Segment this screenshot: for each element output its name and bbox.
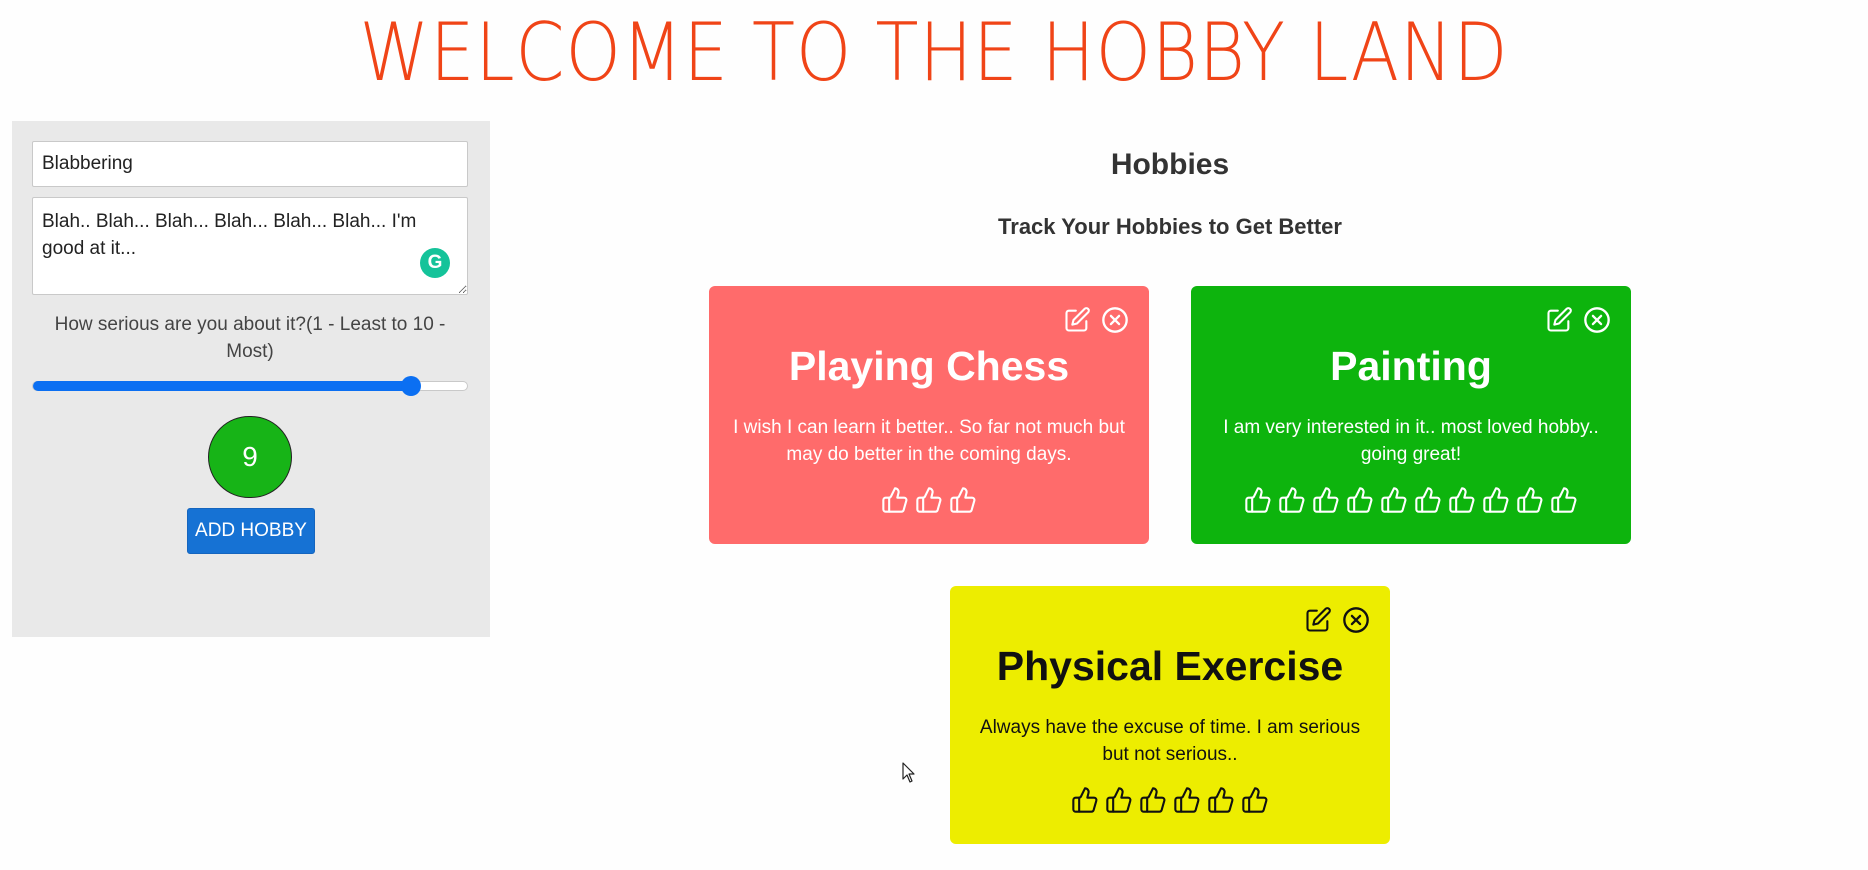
close-circle-icon[interactable] bbox=[1342, 606, 1370, 634]
thumbs-up-icon bbox=[1449, 487, 1475, 513]
thumbs-up-icon bbox=[1347, 487, 1373, 513]
seriousness-label: How serious are you about it?(1 - Least … bbox=[54, 314, 446, 362]
thumbs-up-icon bbox=[950, 487, 976, 513]
thumbs-up-icon bbox=[1106, 787, 1132, 813]
thumbs-up-icon bbox=[1174, 787, 1200, 813]
close-circle-icon[interactable] bbox=[1583, 306, 1611, 334]
mouse-cursor-icon bbox=[902, 762, 915, 783]
thumbs-up-icon bbox=[1140, 787, 1166, 813]
thumbs-up-icon bbox=[1381, 487, 1407, 513]
thumbs-up-icon bbox=[1551, 487, 1577, 513]
thumbs-up-icon bbox=[1313, 487, 1339, 513]
hobby-card-title: Physical Exercise bbox=[996, 643, 1344, 689]
thumbs-up-icon bbox=[1208, 787, 1234, 813]
slider-thumb[interactable] bbox=[401, 376, 421, 396]
seriousness-slider[interactable] bbox=[32, 376, 468, 396]
hobby-card: Playing Chess I wish I can learn it bett… bbox=[709, 286, 1149, 544]
seriousness-value-badge: 9 bbox=[208, 416, 292, 498]
hobby-card-description: I am very interested in it.. most loved … bbox=[1223, 417, 1599, 465]
thumbs-up-icon bbox=[1483, 487, 1509, 513]
edit-icon[interactable] bbox=[1304, 606, 1332, 634]
grammarly-icon[interactable]: G bbox=[420, 248, 450, 278]
hobby-card-description: Always have the excuse of time. I am ser… bbox=[979, 717, 1361, 765]
add-hobby-form: Blah.. Blah... Blah... Blah... Blah... B… bbox=[12, 121, 490, 637]
thumbs-up-icon bbox=[1415, 487, 1441, 513]
slider-fill bbox=[33, 381, 411, 391]
hobby-card: Physical Exercise Always have the excuse… bbox=[950, 586, 1390, 844]
thumbs-up-icon bbox=[1072, 787, 1098, 813]
hobby-card-rating bbox=[1191, 486, 1631, 514]
hobby-card-rating bbox=[709, 486, 1149, 514]
hobby-card-title: Painting bbox=[1330, 343, 1492, 389]
hobby-description-textarea[interactable]: Blah.. Blah... Blah... Blah... Blah... B… bbox=[32, 197, 468, 295]
thumbs-up-icon bbox=[916, 487, 942, 513]
thumbs-up-icon bbox=[1517, 487, 1543, 513]
hobbies-heading: Hobbies bbox=[1110, 148, 1230, 181]
close-circle-icon[interactable] bbox=[1101, 306, 1129, 334]
hobbies-subheading: Track Your Hobbies to Get Better bbox=[998, 214, 1342, 239]
hobby-card: Painting I am very interested in it.. mo… bbox=[1191, 286, 1631, 544]
hobby-card-description: I wish I can learn it better.. So far no… bbox=[733, 417, 1125, 465]
thumbs-up-icon bbox=[1245, 487, 1271, 513]
hobby-card-rating bbox=[950, 786, 1390, 814]
thumbs-up-icon bbox=[1242, 787, 1268, 813]
add-hobby-button[interactable]: ADD HOBBY bbox=[187, 508, 315, 554]
page-title: WELCOME TO THE HOBBY LAND bbox=[359, 6, 1509, 99]
edit-icon[interactable] bbox=[1545, 306, 1573, 334]
thumbs-up-icon bbox=[1279, 487, 1305, 513]
edit-icon[interactable] bbox=[1063, 306, 1091, 334]
thumbs-up-icon bbox=[882, 487, 908, 513]
hobby-card-title: Playing Chess bbox=[788, 343, 1070, 389]
